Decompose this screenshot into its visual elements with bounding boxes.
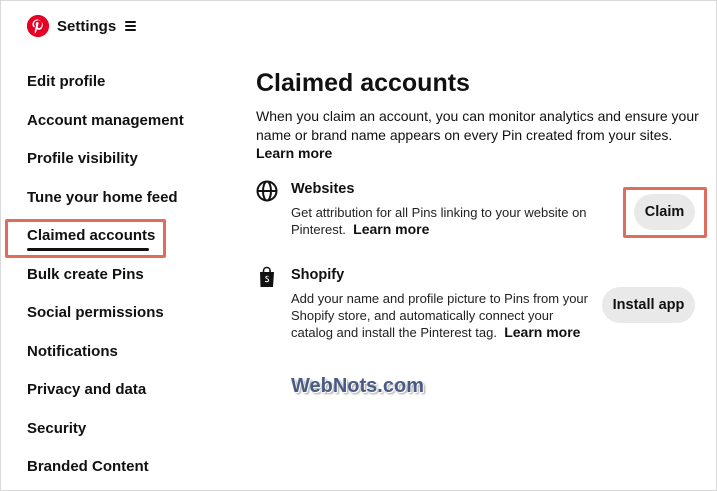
websites-description: Get attribution for all Pins linking to … — [291, 204, 626, 238]
sidebar-item-tune-home-feed[interactable]: Tune your home feed — [27, 179, 227, 218]
sidebar-item-notifications[interactable]: Notifications — [27, 333, 227, 372]
sidebar-item-bulk-create-pins[interactable]: Bulk create Pins — [27, 256, 227, 295]
install-app-button[interactable]: Install app — [602, 287, 695, 323]
shopify-description: Add your name and profile picture to Pin… — [291, 290, 596, 341]
webnots-watermark: WebNots.com — [291, 375, 424, 397]
shopify-learn-more-link[interactable]: Learn more — [504, 324, 580, 340]
hamburger-icon[interactable] — [125, 21, 137, 31]
sidebar-item-claimed-accounts[interactable]: Claimed accounts — [27, 217, 227, 256]
active-underline — [27, 248, 149, 251]
sidebar-item-branded-content[interactable]: Branded Content — [27, 448, 227, 487]
page-title: Claimed accounts — [256, 69, 470, 97]
sidebar-item-account-management[interactable]: Account management — [27, 102, 227, 141]
sidebar-item-profile-visibility[interactable]: Profile visibility — [27, 140, 227, 179]
sidebar-item-social-permissions[interactable]: Social permissions — [27, 294, 227, 333]
intro-learn-more-link[interactable]: Learn more — [256, 145, 332, 161]
websites-learn-more-link[interactable]: Learn more — [353, 221, 429, 237]
top-bar: Settings — [27, 14, 137, 38]
websites-desc-text: Get attribution for all Pins linking to … — [291, 205, 587, 237]
sidebar-item-label: Claimed accounts — [27, 227, 156, 244]
shopify-bag-icon — [260, 266, 274, 287]
claim-button[interactable]: Claim — [634, 194, 695, 230]
settings-title: Settings — [57, 17, 117, 35]
sidebar-item-edit-profile[interactable]: Edit profile — [27, 63, 227, 102]
intro-text: When you claim an account, you can monit… — [256, 107, 701, 163]
sidebar-item-privacy-data[interactable]: Privacy and data — [27, 371, 227, 410]
sidebar-item-security[interactable]: Security — [27, 410, 227, 449]
websites-title: Websites — [291, 181, 355, 197]
globe-icon — [256, 180, 278, 202]
settings-sidebar: Edit profile Account management Profile … — [27, 63, 227, 487]
main-content: Claimed accounts When you claim an accou… — [256, 67, 706, 340]
pinterest-logo-icon[interactable] — [27, 15, 49, 37]
shopify-title: Shopify — [291, 267, 345, 283]
intro-body: When you claim an account, you can monit… — [256, 108, 699, 143]
